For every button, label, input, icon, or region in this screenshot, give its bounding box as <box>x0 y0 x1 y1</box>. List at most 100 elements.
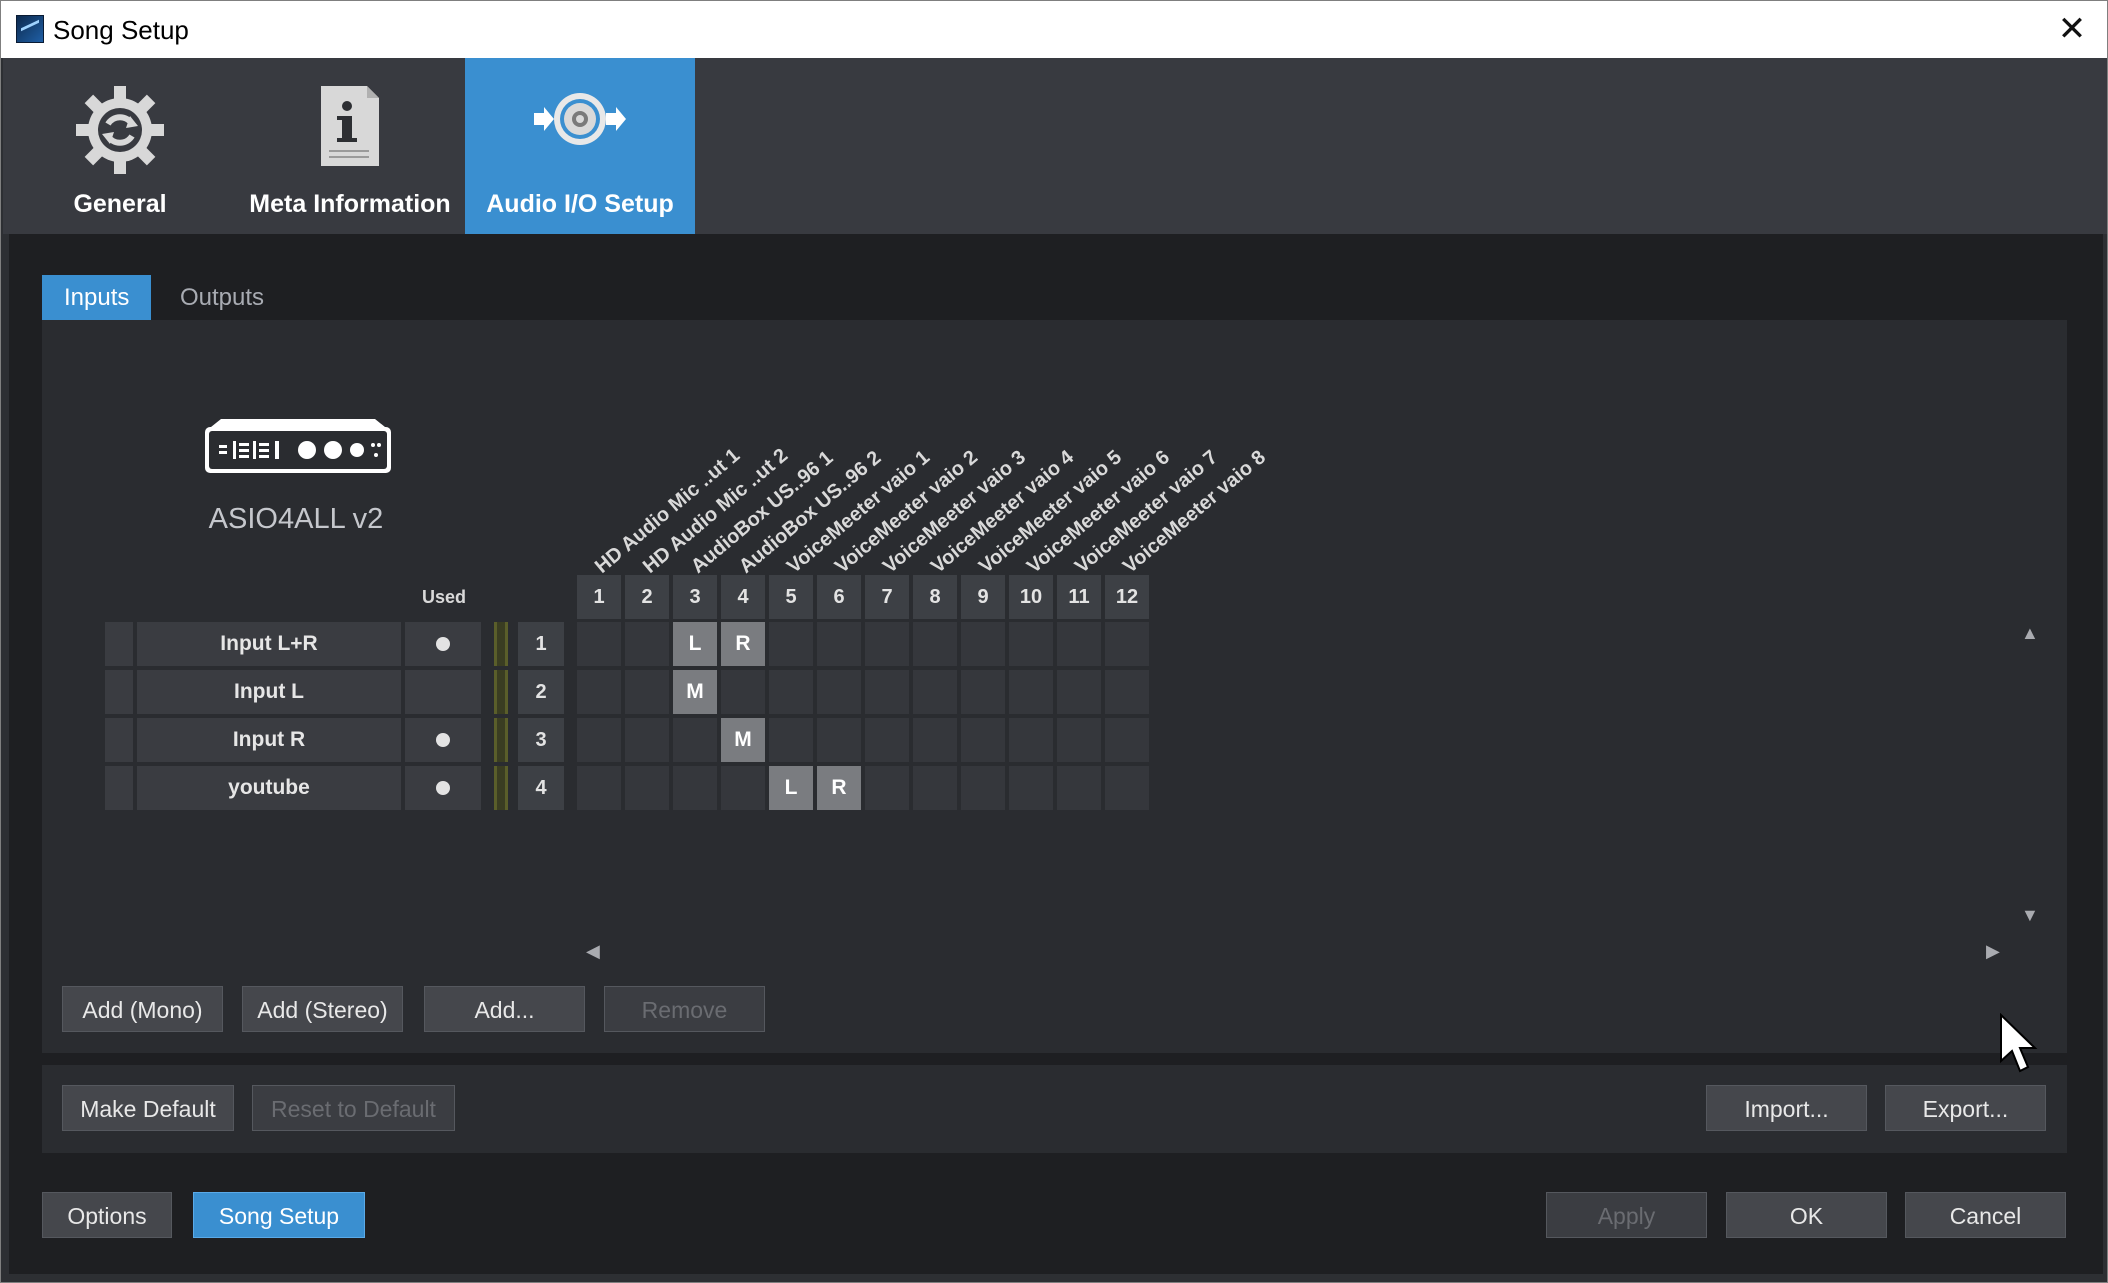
routing-cell[interactable] <box>913 766 957 810</box>
channel-name[interactable]: Input L <box>137 670 401 714</box>
close-button[interactable]: ✕ <box>2037 1 2107 58</box>
routing-cell[interactable] <box>865 718 909 762</box>
song-setup-button[interactable]: Song Setup <box>193 1192 365 1238</box>
routing-cell[interactable] <box>577 718 621 762</box>
scroll-down-arrow[interactable]: ▼ <box>2021 905 2039 926</box>
make-default-button[interactable]: Make Default <box>62 1085 234 1131</box>
routing-cell[interactable] <box>577 766 621 810</box>
row-handle[interactable] <box>105 718 133 762</box>
routing-cell[interactable]: R <box>817 766 861 810</box>
cancel-button[interactable]: Cancel <box>1905 1192 2066 1238</box>
level-meter <box>494 670 508 714</box>
row-number: 3 <box>518 718 564 762</box>
routing-cell[interactable] <box>817 718 861 762</box>
routing-cell[interactable]: L <box>673 622 717 666</box>
used-indicator <box>405 766 481 810</box>
routing-cell[interactable] <box>913 670 957 714</box>
import-button[interactable]: Import... <box>1706 1085 1867 1131</box>
remove-button[interactable]: Remove <box>604 986 765 1032</box>
routing-cell[interactable] <box>1009 718 1053 762</box>
routing-cell[interactable]: M <box>673 670 717 714</box>
routing-cell[interactable] <box>1009 670 1053 714</box>
options-button[interactable]: Options <box>42 1192 172 1238</box>
tab-meta-information-label: Meta Information <box>249 190 451 218</box>
routing-cell[interactable] <box>1105 670 1149 714</box>
scroll-up-arrow[interactable]: ▲ <box>2021 623 2039 644</box>
column-number-12: 12 <box>1105 575 1149 619</box>
routing-cell[interactable] <box>865 766 909 810</box>
routing-cell[interactable] <box>625 718 669 762</box>
routing-cell[interactable] <box>961 718 1005 762</box>
tab-audio-io-setup[interactable]: Audio I/O Setup <box>465 58 695 234</box>
ok-button[interactable]: OK <box>1726 1192 1887 1238</box>
routing-cell[interactable] <box>769 670 813 714</box>
scroll-left-arrow[interactable]: ◀ <box>586 941 600 962</box>
row-handle[interactable] <box>105 670 133 714</box>
title-bar: Song Setup ✕ <box>1 1 2107 58</box>
tab-outputs[interactable]: Outputs <box>158 275 286 320</box>
routing-cell[interactable] <box>1057 766 1101 810</box>
add-mono-button[interactable]: Add (Mono) <box>62 986 223 1032</box>
routing-cell[interactable] <box>1057 622 1101 666</box>
mouse-cursor-icon <box>2000 1013 2038 1073</box>
column-number-5: 5 <box>769 575 813 619</box>
add-button[interactable]: Add... <box>424 986 585 1032</box>
routing-cell[interactable] <box>577 622 621 666</box>
channel-name[interactable]: youtube <box>137 766 401 810</box>
used-dot-icon <box>436 637 450 651</box>
routing-cell[interactable] <box>1105 718 1149 762</box>
used-indicator <box>405 622 481 666</box>
routing-cell[interactable] <box>817 670 861 714</box>
routing-cell[interactable]: R <box>721 622 765 666</box>
routing-cell[interactable] <box>625 766 669 810</box>
routing-cell[interactable] <box>769 622 813 666</box>
routing-cell[interactable] <box>865 622 909 666</box>
routing-cell[interactable] <box>913 718 957 762</box>
routing-cell[interactable] <box>961 622 1005 666</box>
routing-cell[interactable] <box>1105 622 1149 666</box>
column-number-11: 11 <box>1057 575 1101 619</box>
routing-cell[interactable] <box>625 622 669 666</box>
export-button[interactable]: Export... <box>1885 1085 2046 1131</box>
routing-cell[interactable] <box>673 718 717 762</box>
routing-cell[interactable]: M <box>721 718 765 762</box>
level-meter <box>494 718 508 762</box>
apply-button[interactable]: Apply <box>1546 1192 1707 1238</box>
used-indicator <box>405 670 481 714</box>
routing-cell[interactable] <box>913 622 957 666</box>
routing-cell[interactable] <box>625 670 669 714</box>
column-number-6: 6 <box>817 575 861 619</box>
channel-name[interactable]: Input R <box>137 718 401 762</box>
tab-general[interactable]: General <box>5 58 235 234</box>
routing-cell[interactable] <box>1057 670 1101 714</box>
routing-cell[interactable] <box>961 670 1005 714</box>
routing-cell[interactable] <box>769 718 813 762</box>
row-number: 1 <box>518 622 564 666</box>
routing-cell[interactable] <box>577 670 621 714</box>
routing-cell[interactable] <box>1105 766 1149 810</box>
row-handle[interactable] <box>105 766 133 810</box>
tab-meta-information[interactable]: Meta Information <box>235 58 465 234</box>
category-tab-bar: General Meta Information Audio I/O Setup <box>3 58 2107 234</box>
routing-cell[interactable]: L <box>769 766 813 810</box>
tab-inputs[interactable]: Inputs <box>42 275 152 320</box>
routing-cell[interactable] <box>1009 622 1053 666</box>
routing-cell[interactable] <box>817 622 861 666</box>
reset-to-default-button[interactable]: Reset to Default <box>252 1085 455 1131</box>
routing-cell[interactable] <box>673 766 717 810</box>
routing-cell[interactable] <box>865 670 909 714</box>
song-setup-window: Song Setup ✕ General Meta Information Au… <box>0 0 2108 1283</box>
routing-cell[interactable] <box>1009 766 1053 810</box>
column-number-7: 7 <box>865 575 909 619</box>
row-number: 2 <box>518 670 564 714</box>
routing-cell[interactable] <box>721 670 765 714</box>
routing-cell[interactable] <box>961 766 1005 810</box>
used-indicator <box>405 718 481 762</box>
add-stereo-button[interactable]: Add (Stereo) <box>242 986 403 1032</box>
routing-cell[interactable] <box>1057 718 1101 762</box>
tab-audio-io-setup-label: Audio I/O Setup <box>486 190 674 218</box>
channel-name[interactable]: Input L+R <box>137 622 401 666</box>
routing-cell[interactable] <box>721 766 765 810</box>
row-handle[interactable] <box>105 622 133 666</box>
scroll-right-arrow[interactable]: ▶ <box>1986 941 2000 962</box>
